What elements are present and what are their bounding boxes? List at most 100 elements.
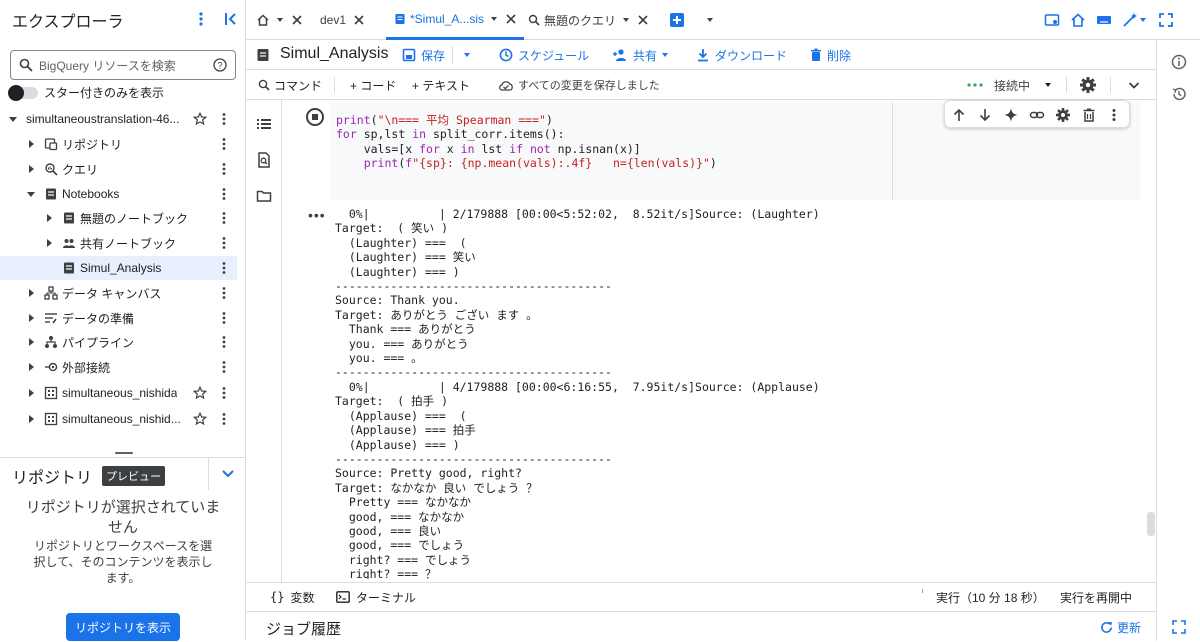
close-icon[interactable]: [292, 15, 302, 25]
view-repository-button[interactable]: リポジトリを表示: [66, 613, 180, 641]
scrollbar[interactable]: [1146, 100, 1156, 582]
tab-dev1[interactable]: dev1: [320, 0, 364, 40]
variables-button[interactable]: {} 変数: [270, 583, 314, 611]
open-panel-icon[interactable]: [1044, 12, 1060, 28]
terminal-button[interactable]: ターミナル: [336, 583, 416, 611]
job-history-bar[interactable]: ジョブ履歴 更新: [246, 611, 1186, 642]
caret-right-icon[interactable]: [26, 164, 36, 174]
gear-icon[interactable]: [1079, 76, 1097, 94]
chevron-down-icon[interactable]: [490, 15, 498, 23]
more-vert-icon[interactable]: [1107, 107, 1121, 123]
caret-right-icon[interactable]: [26, 313, 36, 323]
more-vert-icon[interactable]: [217, 360, 231, 374]
more-vert-icon[interactable]: [217, 236, 231, 250]
caret-right-icon[interactable]: [26, 362, 36, 372]
tree-item[interactable]: リポジトリ: [0, 132, 237, 156]
repository-expand-button[interactable]: [208, 458, 246, 490]
collapse-panel-icon[interactable]: [222, 10, 240, 28]
fullscreen-icon[interactable]: [1158, 12, 1174, 28]
arrow-up-icon[interactable]: [951, 107, 967, 123]
tree-item[interactable]: simultaneoustranslation-46...: [0, 107, 237, 131]
tree-item[interactable]: クエリ: [0, 157, 237, 181]
more-vert-icon[interactable]: [217, 286, 231, 300]
more-vert-icon[interactable]: [217, 112, 231, 126]
tab-simul-analysis[interactable]: *Simul_A...sis: [386, 0, 525, 40]
add-code-button[interactable]: + コード: [350, 70, 396, 100]
history-icon[interactable]: [1171, 86, 1187, 102]
share-button[interactable]: 共有: [612, 40, 674, 70]
sparkle-icon[interactable]: [1003, 107, 1019, 123]
link-icon[interactable]: [1029, 107, 1045, 123]
close-icon[interactable]: [638, 15, 648, 25]
info-icon[interactable]: [1171, 54, 1187, 70]
download-button[interactable]: ダウンロード: [696, 40, 787, 70]
starred-toggle[interactable]: [8, 84, 38, 101]
more-vert-icon[interactable]: [192, 10, 210, 28]
code-editor[interactable]: print("\n=== 平均 Spearman ===") for sp,ls…: [336, 113, 717, 171]
more-vert-icon[interactable]: [217, 335, 231, 349]
refresh-button[interactable]: 更新: [1100, 612, 1141, 642]
star-icon[interactable]: [193, 112, 207, 126]
add-text-button[interactable]: + テキスト: [412, 70, 470, 100]
more-vert-icon[interactable]: [217, 187, 231, 201]
chevron-down-icon[interactable]: [276, 16, 284, 24]
more-vert-icon[interactable]: [217, 412, 231, 426]
close-icon[interactable]: [354, 15, 364, 25]
output-more-icon[interactable]: •••: [308, 207, 326, 223]
close-icon[interactable]: [506, 13, 516, 24]
tab-untitled-query[interactable]: 無題のクエリ: [528, 0, 648, 40]
tree-item[interactable]: simultaneous_nishida: [0, 381, 237, 405]
tree-item[interactable]: データ キャンバス: [0, 281, 237, 305]
chevron-down-icon[interactable]: [1128, 79, 1140, 91]
new-tab-button[interactable]: [670, 13, 684, 27]
tree-item[interactable]: パイプライン: [0, 330, 237, 354]
chevron-down-icon[interactable]: [622, 16, 630, 24]
stop-cell-button[interactable]: [306, 108, 324, 126]
more-vert-icon[interactable]: [217, 311, 231, 325]
magic-wand-icon[interactable]: [1122, 12, 1148, 28]
home-icon[interactable]: [1070, 12, 1086, 28]
tree-item[interactable]: データの準備: [0, 306, 237, 330]
schedule-button[interactable]: スケジュール: [499, 40, 589, 70]
save-dropdown-icon[interactable]: [463, 51, 471, 59]
caret-right-icon[interactable]: [26, 337, 36, 347]
star-icon[interactable]: [193, 386, 207, 400]
tree-item[interactable]: 共有ノートブック: [0, 231, 237, 255]
scrollbar-thumb[interactable]: [1147, 512, 1155, 536]
caret-down-icon[interactable]: [8, 114, 18, 124]
search-input[interactable]: BigQuery リソースを検索 ?: [10, 50, 236, 80]
tree-item[interactable]: Simul_Analysis: [0, 256, 237, 280]
keyboard-icon[interactable]: [1096, 12, 1112, 28]
tree-item[interactable]: simultaneous_nishid...: [0, 407, 237, 431]
more-vert-icon[interactable]: [217, 162, 231, 176]
expand-icon[interactable]: [1172, 620, 1186, 634]
starred-toggle-row[interactable]: スター付きのみを表示: [8, 84, 164, 101]
connection-status[interactable]: 接続中: [966, 70, 1056, 100]
panel-resize-handle[interactable]: [115, 452, 133, 454]
caret-right-icon[interactable]: [44, 213, 54, 223]
gear-icon[interactable]: [1055, 107, 1071, 123]
find-in-page-icon[interactable]: [256, 152, 272, 168]
caret-right-icon[interactable]: [26, 388, 36, 398]
caret-right-icon[interactable]: [26, 288, 36, 298]
more-vert-icon[interactable]: [217, 211, 231, 225]
tab-home[interactable]: [256, 0, 302, 40]
tree-item[interactable]: 外部接続: [0, 355, 237, 379]
tree-item[interactable]: Notebooks: [0, 182, 237, 206]
command-palette-button[interactable]: コマンド: [258, 70, 322, 100]
tree-item[interactable]: 無題のノートブック: [0, 206, 237, 230]
more-vert-icon[interactable]: [217, 261, 231, 275]
caret-right-icon[interactable]: [26, 139, 36, 149]
table-of-contents-icon[interactable]: [256, 116, 272, 132]
save-button[interactable]: 保存: [402, 40, 445, 70]
caret-right-icon[interactable]: [44, 238, 54, 248]
delete-button[interactable]: 削除: [810, 40, 851, 70]
help-icon[interactable]: ?: [213, 58, 227, 72]
star-icon[interactable]: [193, 412, 207, 426]
caret-down-icon[interactable]: [26, 189, 36, 199]
more-vert-icon[interactable]: [217, 386, 231, 400]
arrow-down-icon[interactable]: [977, 107, 993, 123]
more-vert-icon[interactable]: [217, 137, 231, 151]
tab-list-dropdown-icon[interactable]: [706, 16, 714, 24]
trash-icon[interactable]: [1081, 107, 1097, 123]
